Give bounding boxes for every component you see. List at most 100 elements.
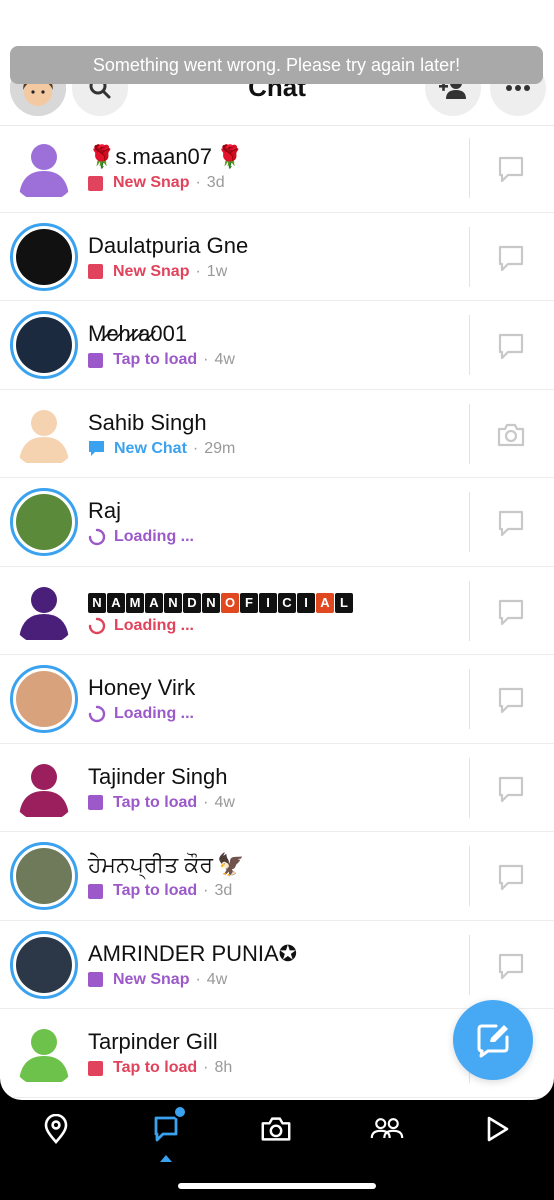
separator-dot: · [195, 970, 201, 988]
person-silhouette-icon [19, 586, 69, 640]
timestamp: 1w [206, 262, 228, 280]
chat-name-text: Sahib Singh [88, 409, 207, 435]
chat-row[interactable]: AMRINDER PUNIA✪ New Snap · 4w [0, 921, 554, 1009]
avatar[interactable] [10, 665, 78, 733]
chat-row[interactable]: Honey Virk Loading ... [0, 655, 554, 744]
avatar[interactable] [10, 577, 78, 645]
letter-tile: I [297, 592, 315, 613]
chat-name-text: ਹੇਮਨਪ੍ਰੀਤ ਕੌਰ [88, 852, 214, 877]
chat-row[interactable]: 🌹s.maan07 🌹 New Snap · 3d [0, 124, 554, 213]
row-divider [469, 580, 470, 641]
separator-dot: · [203, 793, 209, 811]
loading-spinner-icon [88, 617, 106, 634]
person-silhouette-icon [19, 763, 69, 817]
chat-row[interactable]: Daulatpuria Gne New Snap · 1w [0, 213, 554, 301]
chat-bubble-icon[interactable] [496, 154, 526, 184]
row-divider [469, 492, 470, 552]
chat-bubble-icon[interactable] [496, 951, 526, 981]
chat-name-text: Daulatpuria Gne [88, 232, 249, 258]
chat-name-text: M̷e̷h̷r̷a̷001 [88, 321, 188, 346]
snap-square-icon [88, 352, 103, 368]
snap-square-icon [88, 175, 103, 191]
name-emoji: 🦅 [217, 853, 245, 878]
chat-bubble-status-icon [89, 441, 104, 456]
new-chat-button[interactable] [453, 1000, 533, 1080]
chat-row[interactable]: M̷e̷h̷r̷a̷001 Tap to load · 4w [0, 301, 554, 390]
chat-bubble-icon[interactable] [496, 774, 526, 804]
avatar[interactable] [10, 311, 78, 379]
loading-spinner-icon [88, 528, 106, 546]
letter-tile: A [145, 592, 163, 613]
camera-icon[interactable] [496, 420, 526, 450]
status-label: Tap to load [113, 882, 198, 899]
chat-status: Loading ... [88, 617, 194, 635]
chat-name: NAMANDNOFICIAL [88, 587, 354, 613]
chat-row[interactable]: Tajinder Singh Tap to load · 4w [0, 744, 554, 832]
chat-status: Loading ... [88, 528, 194, 546]
chat-name: ਹੇਮਨਪ੍ਰੀਤ ਕੌਰ 🦅 [88, 852, 244, 878]
chat-name: Raj [88, 498, 121, 524]
chat-bubble-icon[interactable] [496, 243, 526, 273]
row-divider [469, 669, 470, 729]
avatar[interactable] [10, 134, 78, 202]
status-label: Tap to load [113, 793, 198, 811]
row-divider [469, 934, 470, 995]
chat-bubble-icon[interactable] [496, 685, 526, 715]
separator-dot: · [192, 439, 199, 457]
chat-row[interactable]: N A M A N D N O F I C I A L Loading ... [0, 567, 554, 655]
chat-row[interactable]: Raj Loading ... [0, 478, 554, 567]
more-icon [506, 85, 530, 91]
camera-icon[interactable] [259, 1112, 293, 1146]
timestamp: 4w [206, 970, 228, 988]
chat-name: Tarpinder Gill [88, 1029, 218, 1055]
avatar[interactable] [10, 1019, 78, 1087]
chat-name-text: s.maan07 [115, 144, 213, 169]
chat-row[interactable]: Sahib Singh New Chat · 29m [0, 390, 554, 478]
avatar[interactable] [10, 754, 78, 822]
chat-list: 🌹s.maan07 🌹 New Snap · 3d Daulatpuria Gne New … [0, 124, 554, 1098]
snap-square-icon [88, 972, 103, 987]
chat-status: New Snap · 4w [88, 971, 227, 989]
snap-square-icon [88, 264, 103, 279]
chat-name: 🌹s.maan07 🌹 [88, 144, 243, 170]
timestamp: 3d [206, 174, 225, 191]
chat-status: New Snap · 1w [88, 263, 227, 281]
chat-status: New Snap · 3d [88, 174, 225, 192]
chat-name-text: Honey Virk [88, 675, 196, 700]
chat-bubble-icon[interactable] [496, 862, 526, 892]
separator-dot: · [195, 262, 201, 280]
map-pin-icon[interactable] [39, 1112, 73, 1146]
rose-emoji: 🌹 [88, 145, 116, 170]
chat-status: Loading ... [88, 705, 194, 723]
chat-name-text: AMRINDER PUNIA✪ [88, 940, 298, 966]
letter-tile: N [202, 592, 220, 613]
row-divider [469, 226, 470, 287]
error-toast: Something went wrong. Please try again l… [10, 46, 543, 84]
play-icon[interactable] [480, 1112, 514, 1146]
chat-row[interactable]: ਹੇਮਨਪ੍ਰੀਤ ਕੌਰ 🦅 Tap to load · 3d [0, 832, 554, 921]
chat-bubble-icon[interactable] [496, 331, 526, 361]
letter-tile: D [183, 592, 201, 613]
letter-tile: L [335, 592, 353, 613]
avatar[interactable] [10, 222, 78, 291]
letter-tile: I [259, 592, 277, 613]
avatar[interactable] [10, 488, 78, 556]
friends-icon[interactable] [370, 1112, 404, 1146]
avatar[interactable] [10, 842, 78, 910]
status-label: Tap to load [113, 351, 198, 368]
row-divider [469, 757, 470, 818]
avatar[interactable] [10, 930, 78, 999]
avatar[interactable] [10, 400, 78, 468]
timestamp: 4w [214, 351, 235, 368]
chat-bubble-icon[interactable] [496, 597, 526, 627]
row-divider [469, 138, 470, 198]
row-divider [469, 403, 470, 464]
row-divider [469, 315, 470, 375]
timestamp: 4w [214, 793, 235, 811]
row-divider [469, 846, 470, 906]
separator-dot: · [203, 1059, 209, 1076]
name-emoji: 🌹 [216, 145, 244, 170]
chat-bubble-icon[interactable] [496, 508, 526, 538]
status-label: Loading ... [114, 528, 194, 545]
loading-spinner-icon [88, 705, 106, 723]
